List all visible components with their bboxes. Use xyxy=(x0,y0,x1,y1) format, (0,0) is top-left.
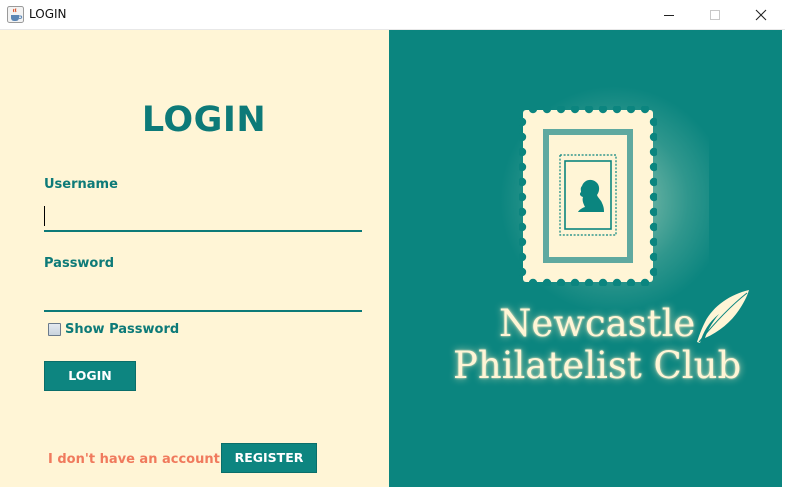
username-input[interactable] xyxy=(44,202,362,232)
brand-panel: Newcastle Philatelist Club xyxy=(389,30,782,487)
quill-feather-icon xyxy=(697,290,749,343)
login-button[interactable]: LOGIN xyxy=(44,361,136,391)
maximize-button[interactable] xyxy=(692,0,738,30)
text-caret xyxy=(44,206,45,226)
show-password-checkbox[interactable] xyxy=(48,323,61,336)
password-input[interactable] xyxy=(44,282,362,312)
brand-name-line-1: Newcastle xyxy=(499,302,696,345)
login-heading: LOGIN xyxy=(141,100,267,140)
brand-name-line-2: Philatelist Club xyxy=(453,344,742,387)
java-cup-icon xyxy=(7,6,24,23)
minimize-icon xyxy=(664,15,674,16)
register-button[interactable]: REGISTER xyxy=(221,443,317,473)
username-label: Username xyxy=(44,177,118,192)
close-icon xyxy=(755,9,767,21)
password-label: Password xyxy=(44,256,115,271)
postage-stamp-icon xyxy=(519,106,657,286)
window-title: LOGIN xyxy=(29,7,67,21)
login-panel: LOGIN Username Password Show Password LO… xyxy=(0,30,389,487)
maximize-icon xyxy=(710,10,720,20)
close-button[interactable] xyxy=(738,0,784,30)
minimize-button[interactable] xyxy=(646,0,692,30)
show-password-label: Show Password xyxy=(65,322,180,337)
no-account-text: I don't have an account xyxy=(48,452,220,467)
title-bar[interactable]: LOGIN xyxy=(0,0,785,30)
